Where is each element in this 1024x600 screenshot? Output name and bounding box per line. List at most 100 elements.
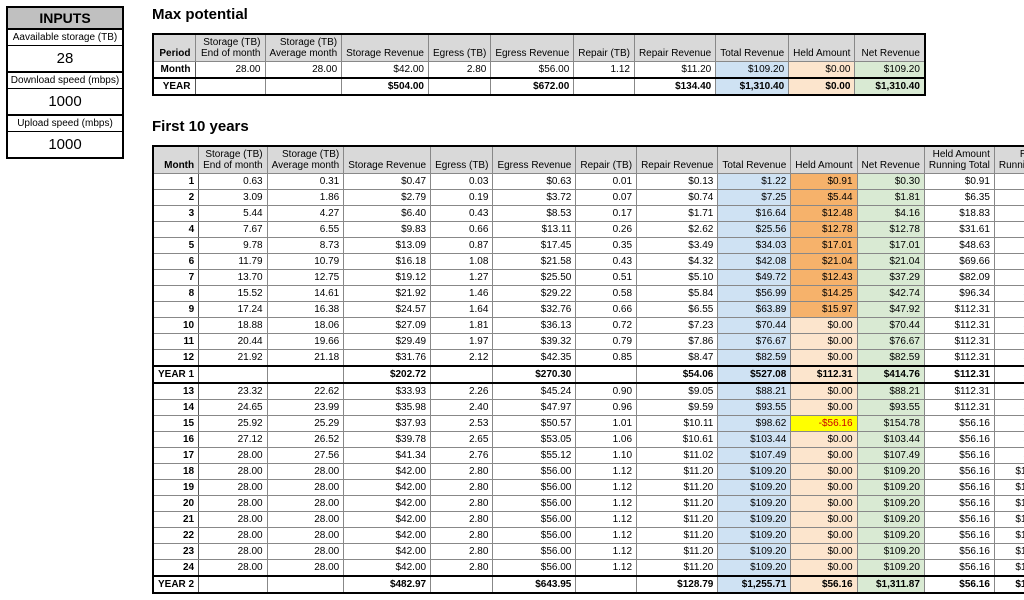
first10-cell[interactable] bbox=[431, 366, 493, 383]
first10-cell[interactable]: $0.00 bbox=[791, 318, 857, 334]
maxpot-cell[interactable]: 28.00 bbox=[195, 62, 265, 79]
maxpot-cell[interactable]: $504.00 bbox=[342, 78, 429, 95]
first10-cell[interactable]: 2.80 bbox=[431, 528, 493, 544]
first10-cell[interactable]: $39.32 bbox=[493, 334, 576, 350]
first10-cell[interactable]: 11.79 bbox=[199, 254, 267, 270]
first10-cell[interactable]: $56.16 bbox=[924, 544, 994, 560]
first10-cell[interactable]: 0.31 bbox=[267, 174, 344, 190]
first10-cell[interactable]: 4 bbox=[153, 222, 199, 238]
first10-cell[interactable]: 17 bbox=[153, 448, 199, 464]
first10-cell[interactable]: 1.12 bbox=[576, 560, 637, 577]
first10-cell[interactable]: $47.97 bbox=[493, 400, 576, 416]
first10-cell[interactable]: $414.76 bbox=[994, 366, 1024, 383]
first10-cell[interactable]: $0.47 bbox=[344, 174, 431, 190]
first10-cell[interactable]: $96.34 bbox=[924, 286, 994, 302]
first10-cell[interactable] bbox=[199, 576, 267, 593]
first10-cell[interactable]: $36.13 bbox=[493, 318, 576, 334]
first10-cell[interactable]: $12.78 bbox=[857, 222, 924, 238]
first10-cell[interactable] bbox=[431, 576, 493, 593]
first10-cell[interactable]: 17.24 bbox=[199, 302, 267, 318]
first10-cell[interactable]: 1 bbox=[153, 174, 199, 190]
first10-cell[interactable]: 4.27 bbox=[267, 206, 344, 222]
first10-cell[interactable]: $10.61 bbox=[637, 432, 718, 448]
first10-cell[interactable]: 8 bbox=[153, 286, 199, 302]
first10-cell[interactable]: $56.00 bbox=[493, 528, 576, 544]
first10-cell[interactable]: 28.00 bbox=[199, 528, 267, 544]
first10-cell[interactable]: $109.20 bbox=[718, 464, 791, 480]
first10-cell[interactable]: $42.00 bbox=[344, 496, 431, 512]
first10-cell[interactable]: $9.59 bbox=[637, 400, 718, 416]
first10-cell[interactable]: $42.00 bbox=[344, 512, 431, 528]
first10-cell[interactable]: $414.76 bbox=[994, 350, 1024, 367]
first10-cell[interactable]: $19.06 bbox=[994, 222, 1024, 238]
first10-cell[interactable]: $82.59 bbox=[718, 350, 791, 367]
first10-cell[interactable]: $11.20 bbox=[637, 464, 718, 480]
first10-cell[interactable]: $6.35 bbox=[924, 190, 994, 206]
first10-cell[interactable]: 19 bbox=[153, 480, 199, 496]
first10-cell[interactable]: 0.87 bbox=[431, 238, 493, 254]
first10-cell[interactable]: 1.10 bbox=[576, 448, 637, 464]
first10-cell[interactable]: $56.16 bbox=[924, 432, 994, 448]
first10-cell[interactable]: 0.43 bbox=[431, 206, 493, 222]
first10-cell[interactable]: $16.64 bbox=[718, 206, 791, 222]
first10-cell[interactable]: 28.00 bbox=[199, 480, 267, 496]
first10-cell[interactable]: $0.00 bbox=[791, 496, 857, 512]
first10-cell[interactable]: $25.50 bbox=[493, 270, 576, 286]
first10-cell[interactable]: $107.49 bbox=[857, 448, 924, 464]
first10-cell[interactable] bbox=[267, 576, 344, 593]
first10-cell[interactable]: $56.00 bbox=[493, 480, 576, 496]
maxpot-cell[interactable]: $0.00 bbox=[789, 78, 855, 95]
first10-cell[interactable]: $50.57 bbox=[493, 416, 576, 432]
first10-cell[interactable]: $16.18 bbox=[344, 254, 431, 270]
first10-cell[interactable]: 1.12 bbox=[576, 528, 637, 544]
first10-cell[interactable]: $42.08 bbox=[718, 254, 791, 270]
first10-cell[interactable]: 28.00 bbox=[267, 528, 344, 544]
maxpot-cell[interactable]: $11.20 bbox=[634, 62, 715, 79]
first10-cell[interactable]: $42.00 bbox=[344, 464, 431, 480]
first10-cell[interactable]: $11.20 bbox=[637, 496, 718, 512]
first10-cell[interactable]: 28.00 bbox=[267, 464, 344, 480]
first10-cell[interactable]: $0.00 bbox=[791, 512, 857, 528]
first10-cell[interactable]: $109.20 bbox=[718, 560, 791, 577]
first10-cell[interactable]: $109.20 bbox=[857, 496, 924, 512]
first10-cell[interactable]: 2.80 bbox=[431, 560, 493, 577]
first10-cell[interactable]: 0.03 bbox=[431, 174, 493, 190]
first10-cell[interactable]: $109.20 bbox=[718, 528, 791, 544]
first10-cell[interactable]: $1,311.87 bbox=[857, 576, 924, 593]
first10-cell[interactable]: $270.30 bbox=[493, 366, 576, 383]
first10-cell[interactable]: 0.90 bbox=[576, 383, 637, 400]
first10-cell[interactable]: 8.73 bbox=[267, 238, 344, 254]
first10-cell[interactable] bbox=[576, 576, 637, 593]
first10-cell[interactable]: $1,508.23 bbox=[994, 528, 1024, 544]
first10-cell[interactable]: 0.63 bbox=[199, 174, 267, 190]
first10-cell[interactable]: $0.00 bbox=[791, 432, 857, 448]
first10-cell[interactable]: 28.00 bbox=[199, 464, 267, 480]
first10-cell[interactable]: 2.80 bbox=[431, 496, 493, 512]
first10-cell[interactable]: $0.00 bbox=[791, 448, 857, 464]
first10-cell[interactable]: 2.65 bbox=[431, 432, 493, 448]
first10-cell[interactable]: 0.07 bbox=[576, 190, 637, 206]
first10-cell[interactable]: $56.16 bbox=[924, 416, 994, 432]
first10-cell[interactable]: 0.72 bbox=[576, 318, 637, 334]
first10-cell[interactable]: 2.12 bbox=[431, 350, 493, 367]
first10-cell[interactable]: YEAR 2 bbox=[153, 576, 199, 593]
first10-cell[interactable]: 0.51 bbox=[576, 270, 637, 286]
first10-cell[interactable]: $8.47 bbox=[637, 350, 718, 367]
first10-cell[interactable]: $5.10 bbox=[637, 270, 718, 286]
first10-cell[interactable]: $0.74 bbox=[637, 190, 718, 206]
first10-cell[interactable]: $1.71 bbox=[637, 206, 718, 222]
first10-cell[interactable]: $94.40 bbox=[994, 270, 1024, 286]
first10-cell[interactable]: $24.57 bbox=[344, 302, 431, 318]
first10-cell[interactable]: $21.04 bbox=[791, 254, 857, 270]
first10-cell[interactable]: $4.16 bbox=[857, 206, 924, 222]
first10-cell[interactable]: 0.35 bbox=[576, 238, 637, 254]
first10-cell[interactable]: $255.50 bbox=[994, 318, 1024, 334]
first10-cell[interactable]: 24 bbox=[153, 560, 199, 577]
first10-cell[interactable]: $56.16 bbox=[924, 512, 994, 528]
first10-cell[interactable]: $49.72 bbox=[718, 270, 791, 286]
first10-cell[interactable]: 11 bbox=[153, 334, 199, 350]
first10-cell[interactable]: $53.05 bbox=[493, 432, 576, 448]
first10-cell[interactable]: $56.16 bbox=[924, 496, 994, 512]
first10-cell[interactable]: $1.22 bbox=[718, 174, 791, 190]
maxpot-cell[interactable]: YEAR bbox=[153, 78, 195, 95]
